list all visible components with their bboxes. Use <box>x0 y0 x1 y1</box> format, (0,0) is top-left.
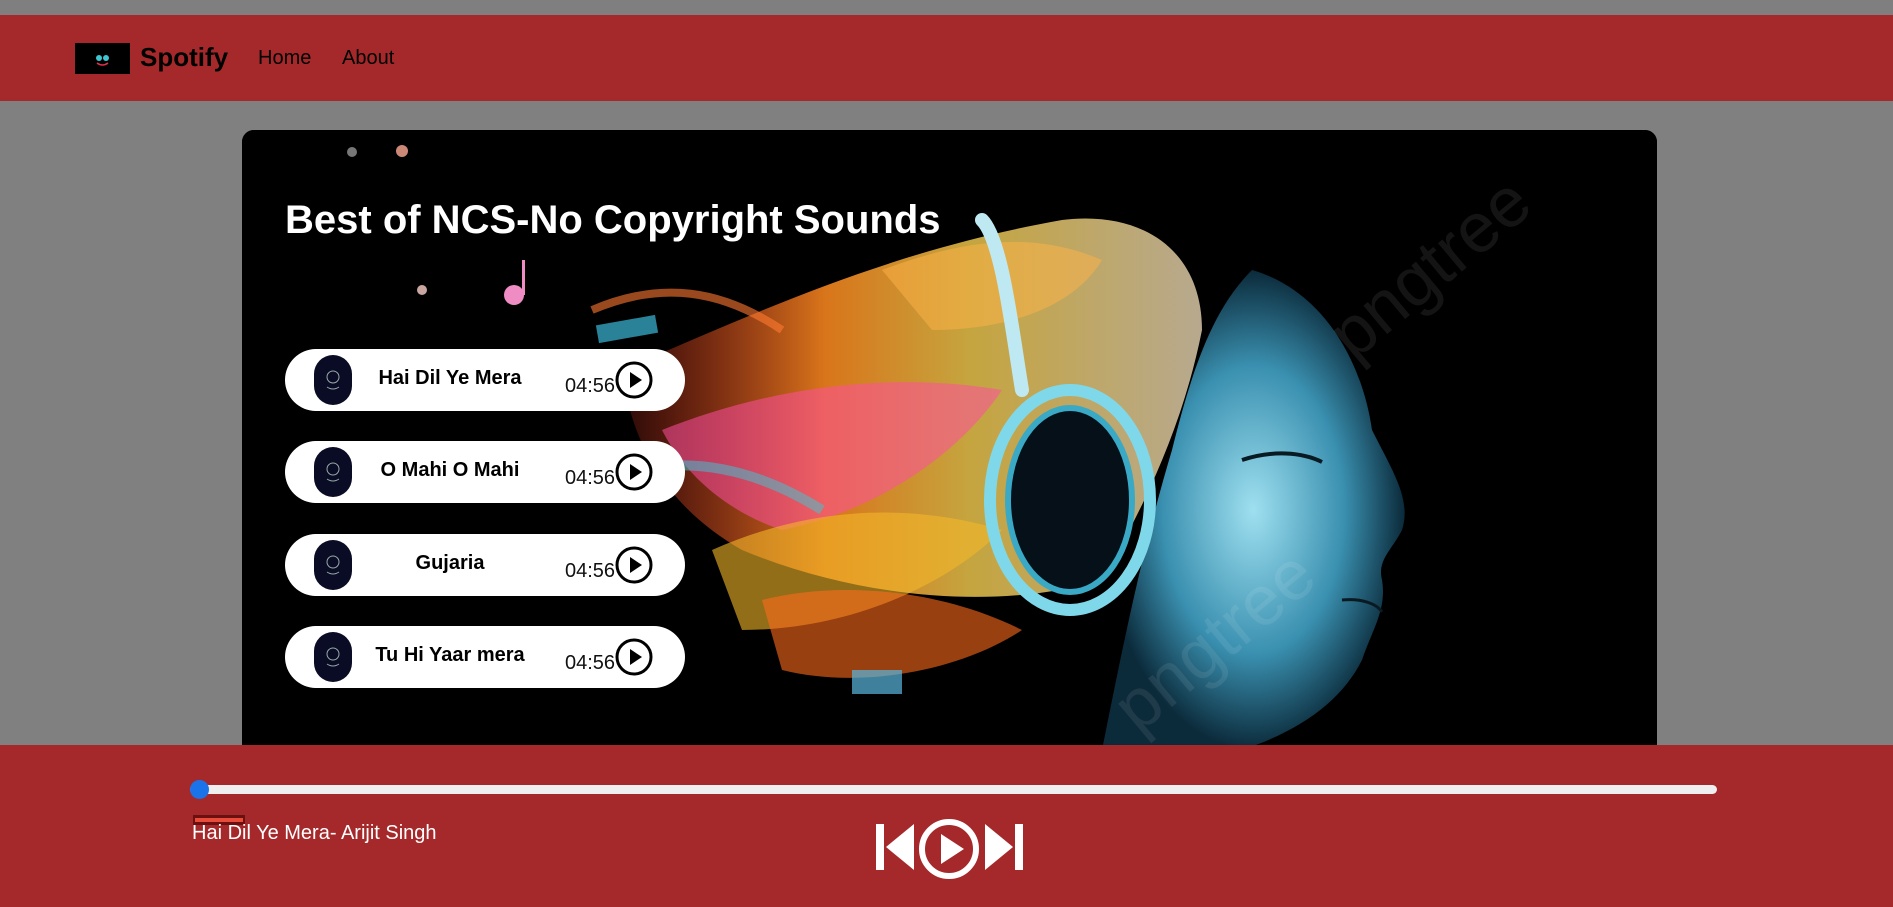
song-title: Gujaria <box>415 552 485 574</box>
nav-link-about[interactable]: About <box>342 47 394 70</box>
now-playing-text: Hai Dil Ye Mera- Arijit Singh <box>192 822 437 844</box>
nav-link-home[interactable]: Home <box>258 47 311 70</box>
song-item[interactable]: O Mahi O Mahi 04:56 <box>285 441 685 503</box>
playlist-title: Best of NCS-No Copyright Sounds <box>285 198 941 242</box>
play-icon[interactable] <box>615 546 653 584</box>
song-cover <box>314 540 352 590</box>
window-top-strip <box>0 0 1893 15</box>
next-icon[interactable] <box>983 822 1023 877</box>
song-duration: 04:56 <box>565 652 616 674</box>
song-duration: 04:56 <box>565 560 616 582</box>
play-icon[interactable] <box>615 361 653 399</box>
player-bar: Hai Dil Ye Mera- Arijit Singh <box>0 745 1893 907</box>
progress-bar[interactable] <box>190 785 1717 794</box>
progress-thumb[interactable] <box>190 780 209 799</box>
previous-icon[interactable] <box>876 822 916 877</box>
song-duration: 04:56 <box>565 467 616 489</box>
song-cover <box>314 632 352 682</box>
hero-banner: pngtree pngtree Best of NCS-No Copyright… <box>242 130 1657 750</box>
song-item[interactable]: Tu Hi Yaar mera 04:56 <box>285 626 685 688</box>
song-title: Hai Dil Ye Mera <box>378 367 522 389</box>
song-title: Tu Hi Yaar mera <box>375 644 525 666</box>
play-icon[interactable] <box>918 818 980 885</box>
song-title: O Mahi O Mahi <box>380 459 520 481</box>
logo[interactable] <box>75 43 130 74</box>
play-icon[interactable] <box>615 453 653 491</box>
song-duration: 04:56 <box>565 375 616 397</box>
navbar: Spotify Home About <box>0 15 1893 101</box>
play-icon[interactable] <box>615 638 653 676</box>
brand-name[interactable]: Spotify <box>140 42 228 73</box>
song-item[interactable]: Hai Dil Ye Mera 04:56 <box>285 349 685 411</box>
song-item[interactable]: Gujaria 04:56 <box>285 534 685 596</box>
song-cover <box>314 355 352 405</box>
song-cover <box>314 447 352 497</box>
